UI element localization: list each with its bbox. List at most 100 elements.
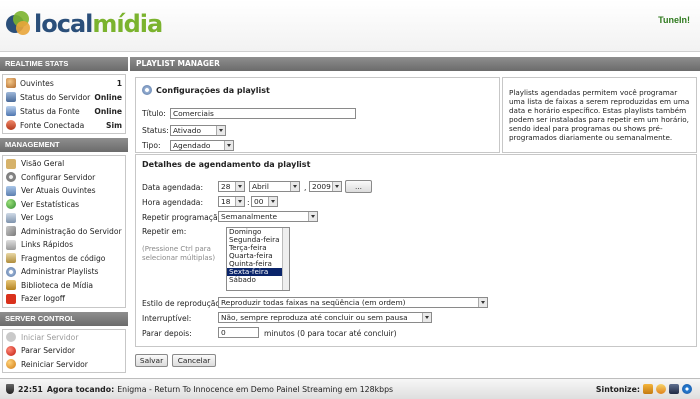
start-icon [6,332,16,343]
microphone-icon [6,120,16,130]
menu-item-label: Ver Estatísticas [21,199,80,209]
menu-item-label: Parar Servidor [21,346,76,356]
repeat-label: Repetir programação: [142,213,225,222]
media-player-icon[interactable] [656,384,666,394]
status-select[interactable]: Ativado [170,125,226,136]
menu-item-label: Reiniciar Servidor [21,359,88,369]
statistics-icon [6,199,16,210]
time-label: Hora agendada: [142,198,204,207]
playback-label: Estilo de reprodução: [142,299,223,308]
type-label: Tipo: [142,141,161,150]
menu-item-label: Fragmentos de código [21,253,106,263]
title-input[interactable]: Comerciais [170,108,356,119]
stat-value: Online [94,106,122,116]
sidebar: REALTIME STATS Ouvintes 1 Status do Serv… [0,57,128,375]
minute-select[interactable]: 00 [251,196,278,207]
menu-item-label: Visão Geral [21,159,65,169]
menu-item-current-listeners[interactable]: Ver Atuais Ouvintes [6,184,122,198]
stop-after-suffix: minutos (0 para tocar até concluir) [264,329,397,338]
year-select[interactable]: 2009 [309,181,342,192]
menu-item-label: Administrar Playlists [21,267,99,277]
menu-item-overview[interactable]: Visão Geral [6,157,122,171]
menu-item-code-snippets[interactable]: Fragmentos de código [6,252,122,266]
quicktime-icon[interactable] [682,384,692,394]
server-control-menu: Iniciar Servidor Parar Servidor Reinicia… [2,328,126,373]
playback-value: Reproduzir todas faixas na seqüência (em… [221,298,406,307]
brand-logo[interactable]: localmídia [6,9,163,39]
logo-mark-icon [6,11,32,37]
stop-server-button[interactable]: Parar Servidor [6,344,122,358]
menu-item-quick-links[interactable]: Links Rápidos [6,238,122,252]
stop-icon [6,345,16,356]
day-select[interactable]: 28 [218,181,245,192]
stat-row-server-status: Status do Servidor Online [6,90,122,104]
realplayer-icon[interactable] [669,384,679,394]
menu-item-media-library[interactable]: Biblioteca de Mídia [6,279,122,293]
tunein-link[interactable]: TuneIn! [658,15,690,25]
hour-select[interactable]: 18 [218,196,245,207]
hour-value: 18 [221,197,231,206]
now-playing-track: Enigma - Return To Innocence em Demo Pai… [117,384,394,394]
chevron-down-icon [224,141,233,150]
winamp-icon[interactable] [643,384,653,394]
chevron-down-icon [478,298,487,307]
wrench-icon [6,226,16,237]
close-icon [6,293,16,304]
menu-item-statistics[interactable]: Ver Estatísticas [6,198,122,212]
repeat-days-listbox[interactable]: Domingo Segunda-feira Terça-feira Quarta… [226,227,290,291]
interrupt-label: Interruptível: [142,314,192,323]
listbox-scrollbar[interactable] [282,228,289,290]
start-server-button[interactable]: Iniciar Servidor [6,331,122,345]
month-value: Abril [252,182,269,191]
repeat-value: Semanalmente [221,212,278,221]
top-bar: localmídia TuneIn! [0,0,700,52]
day-option[interactable]: Sábado [227,276,289,284]
info-text: Playlists agendadas permitem você progra… [502,77,697,153]
chevron-down-icon [216,126,225,135]
stat-label: Status da Fonte [20,106,80,116]
cancel-button[interactable]: Cancelar [172,354,216,367]
stat-value: 1 [116,78,122,88]
stat-value: Sim [106,120,122,130]
menu-item-logoff[interactable]: Fazer logoff [6,292,122,306]
menu-item-label: Biblioteca de Mídia [21,280,94,290]
menu-item-label: Ver Logs [21,213,54,223]
chevron-down-icon [422,313,431,322]
month-select[interactable]: Abril [249,181,300,192]
interrupt-select[interactable]: Não, sempre reproduza até concluir ou se… [218,312,432,323]
save-button[interactable]: Salvar [135,354,168,367]
chevron-down-icon [268,197,277,206]
config-title-text: Configurações da playlist [156,85,270,95]
chevron-down-icon [235,182,244,191]
now-playing-bar: 22:51 Agora tocando: Enigma - Return To … [0,378,700,399]
management-menu: Visão Geral Configurar Servidor Ver Atua… [2,155,126,308]
stat-row-source-status: Status da Fonte Online [6,104,122,118]
menu-item-label: Configurar Servidor [21,172,96,182]
title-label: Título: [142,109,166,118]
menu-item-logs[interactable]: Ver Logs [6,211,122,225]
playlist-config-panel: Configurações da playlist Título: Comerc… [135,77,500,153]
playback-select[interactable]: Reproduzir todas faixas na seqüência (em… [218,297,488,308]
overview-icon [6,158,16,169]
stat-label: Status do Servidor [20,92,91,102]
repeat-select[interactable]: Semanalmente [218,211,318,222]
menu-item-label: Iniciar Servidor [21,332,79,342]
schedule-title: Detalhes de agendamento da playlist [142,160,311,169]
config-title: Configurações da playlist [142,85,270,95]
date-picker-button[interactable]: ... [345,180,372,193]
stop-after-input[interactable]: 0 [218,327,259,338]
restart-server-button[interactable]: Reiniciar Servidor [6,358,122,372]
interrupt-value: Não, sempre reproduza até concluir ou se… [221,313,408,322]
menu-item-manage-playlists[interactable]: Administrar Playlists [6,265,122,279]
menu-item-server-admin[interactable]: Administração do Servidor [6,225,122,239]
stat-label: Fonte Conectada [20,120,85,130]
brand-name: localmídia [34,10,163,38]
time-separator: : [247,198,250,207]
year-value: 2009 [312,182,331,191]
music-note-icon [6,384,14,394]
menu-item-configure-server[interactable]: Configurar Servidor [6,171,122,185]
playlist-icon [6,266,16,277]
menu-item-label: Administração do Servidor [21,226,122,236]
type-select-value: Agendado [173,141,211,150]
type-select[interactable]: Agendado [170,140,234,151]
